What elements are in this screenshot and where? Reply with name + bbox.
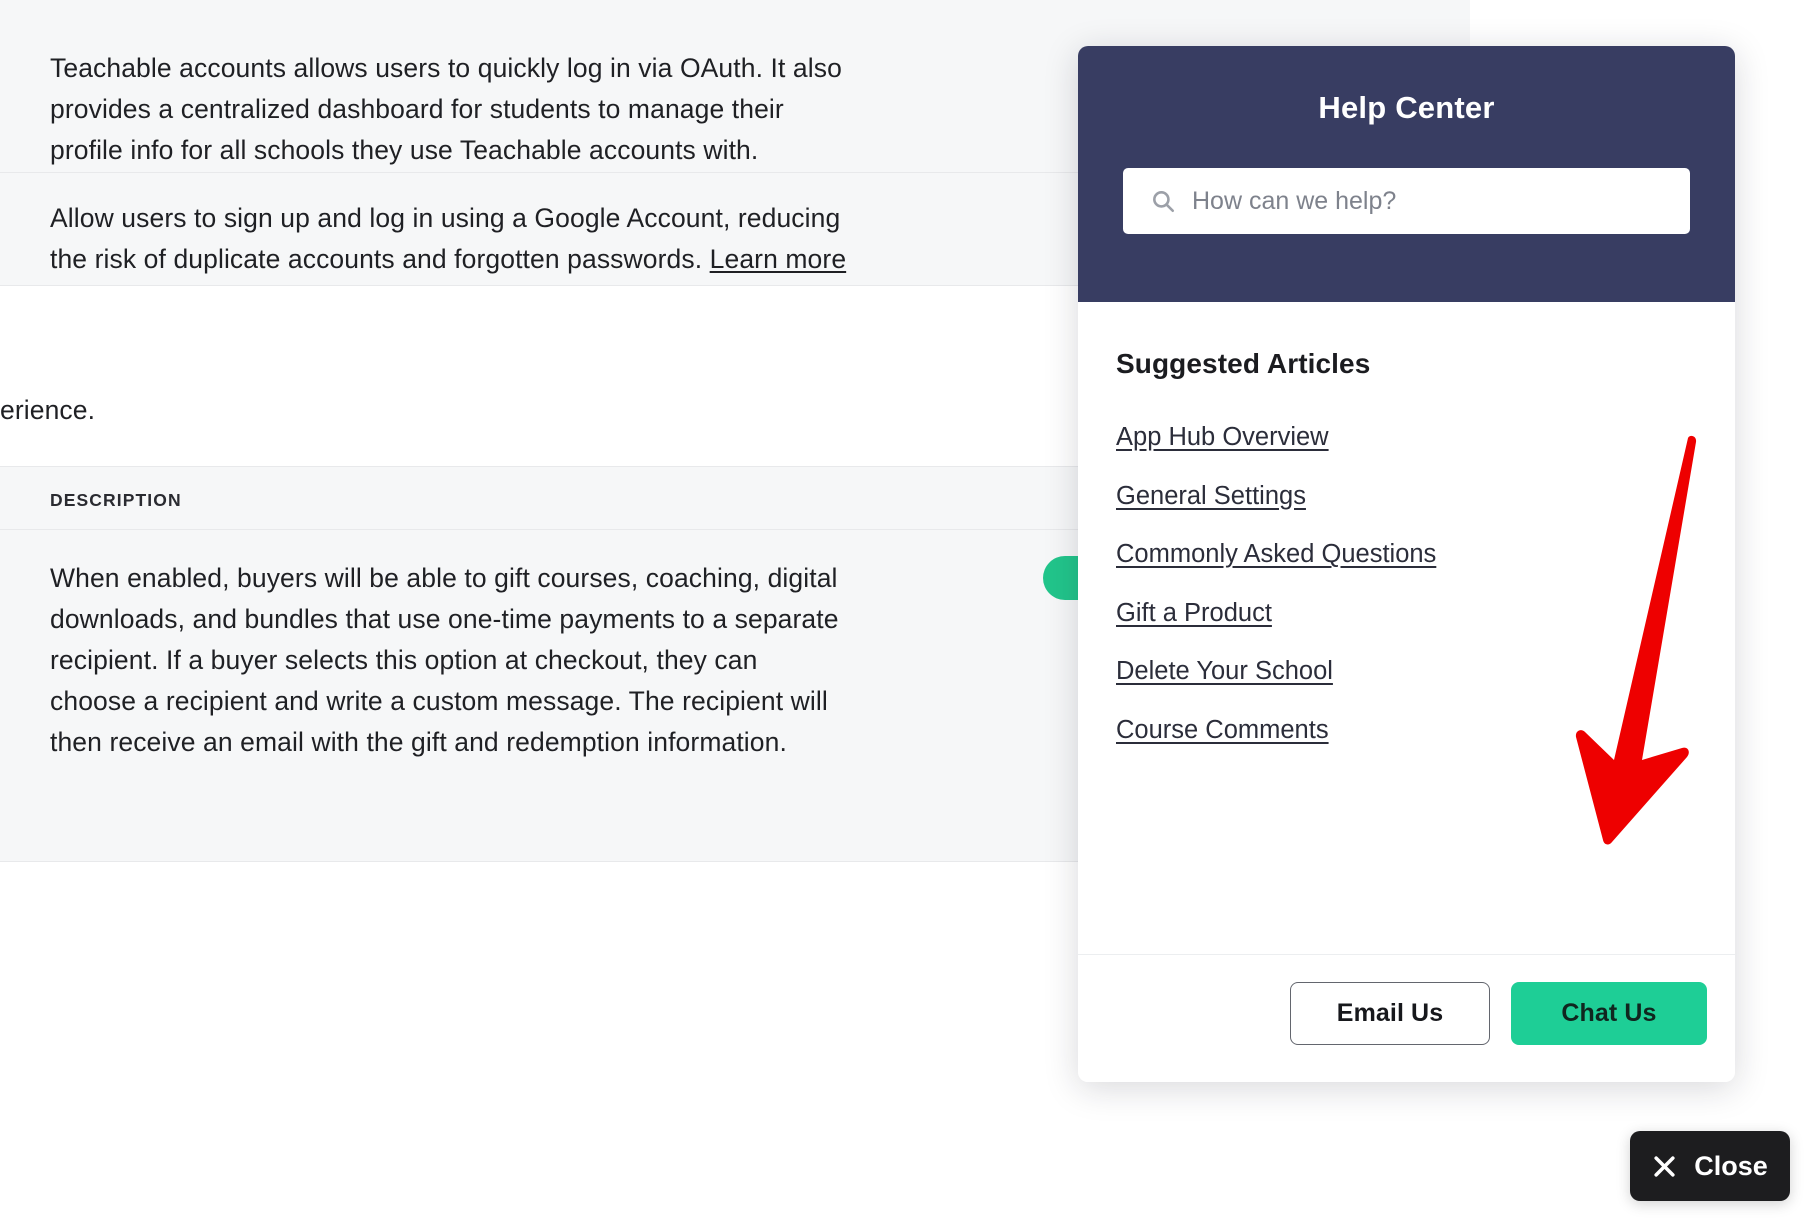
article-link-course-comments[interactable]: Course Comments — [1116, 713, 1329, 747]
footer-button-group: Email Us Chat Us — [1290, 982, 1707, 1045]
close-icon — [1654, 1155, 1675, 1177]
list-item: Delete Your School — [1116, 654, 1676, 688]
help-center-header: Help Center — [1078, 46, 1735, 302]
article-link-delete-your-school[interactable]: Delete Your School — [1116, 654, 1333, 688]
close-button-label: Close — [1694, 1150, 1768, 1181]
help-center-panel: Help Center Suggested Articles App Hub O… — [1078, 46, 1735, 1082]
description-section-label: DESCRIPTION — [50, 490, 182, 510]
help-search-input[interactable] — [1192, 186, 1622, 216]
help-center-footer: Email Us Chat Us — [1078, 954, 1735, 1082]
list-item: Gift a Product — [1116, 596, 1676, 630]
help-center-body: Suggested Articles App Hub Overview Gene… — [1078, 302, 1735, 954]
suggested-articles-list: App Hub Overview General Settings Common… — [1116, 420, 1676, 771]
article-link-commonly-asked-questions[interactable]: Commonly Asked Questions — [1116, 537, 1436, 571]
chat-us-button[interactable]: Chat Us — [1511, 982, 1707, 1045]
close-button[interactable]: Close — [1630, 1131, 1790, 1201]
list-item: General Settings — [1116, 479, 1676, 513]
help-center-title: Help Center — [1318, 90, 1495, 125]
email-us-button[interactable]: Email Us — [1290, 982, 1490, 1045]
list-item: Course Comments — [1116, 713, 1676, 747]
article-link-gift-a-product[interactable]: Gift a Product — [1116, 596, 1272, 630]
search-icon — [1153, 191, 1175, 213]
article-link-general-settings[interactable]: General Settings — [1116, 479, 1306, 513]
row-text-experience: erience. — [0, 395, 96, 425]
suggested-articles-heading: Suggested Articles — [1116, 348, 1371, 379]
list-item: Commonly Asked Questions — [1116, 537, 1676, 571]
article-link-app-hub-overview[interactable]: App Hub Overview — [1116, 420, 1329, 454]
learn-more-link[interactable]: Learn more — [710, 244, 847, 274]
help-search-box[interactable] — [1123, 168, 1690, 234]
row-text-teachable-accounts: Teachable accounts allows users to quick… — [50, 53, 842, 165]
list-item: App Hub Overview — [1116, 420, 1676, 454]
description-body-text: When enabled, buyers will be able to gif… — [50, 563, 839, 757]
row-text-google-account: Allow users to sign up and log in using … — [50, 198, 870, 280]
